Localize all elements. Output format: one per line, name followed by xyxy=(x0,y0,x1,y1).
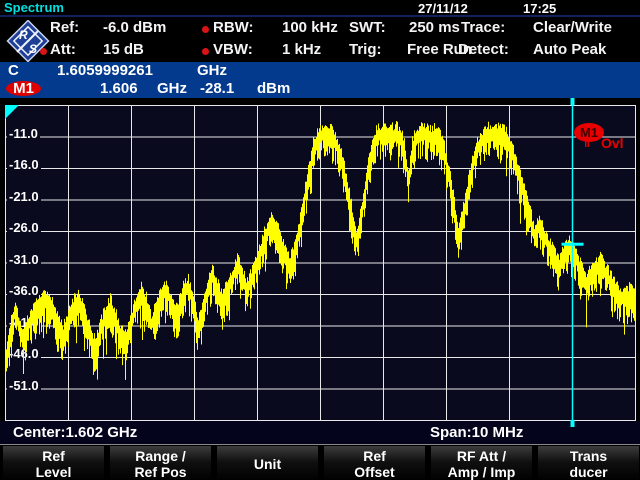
marker1-level-unit: dBm xyxy=(257,80,290,97)
y-axis-label: -31.0 xyxy=(7,252,41,267)
setting-detector: Detect:Auto Peak xyxy=(458,41,606,58)
mode-title: Spectrum xyxy=(4,0,64,15)
marker-overload-indicator: M1 ‖ Ovl xyxy=(574,123,634,157)
y-axis-label: -51.0 xyxy=(7,378,41,393)
softkey-rf-att-amp-imp[interactable]: RF Att /Amp / Imp xyxy=(431,446,532,480)
setting-ref-level: Ref:-6.0 dBm xyxy=(50,19,166,36)
frequency-info-bar: Center:1.602 GHz Span:10 MHz xyxy=(0,421,640,444)
softkey-range-ref-pos[interactable]: Range /Ref Pos xyxy=(110,446,211,480)
y-axis-label: -16.0 xyxy=(7,157,41,172)
spectrum-analyzer-screen: Spectrum 27/11/12 17:25 R S Ref:-6.0 dBm… xyxy=(0,0,640,480)
marker-ticks-icon: ‖ xyxy=(584,136,591,150)
softkey-unit[interactable]: Unit xyxy=(217,446,318,480)
setting-trigger: Trig:Free Run xyxy=(349,41,472,58)
marker1-level: -28.1 xyxy=(200,80,234,97)
title-divider xyxy=(0,15,640,17)
center-frequency-label: Center:1.602 GHz xyxy=(13,424,137,441)
marker1-frequency-unit: GHz xyxy=(157,80,187,97)
softkey-ref-level[interactable]: RefLevel xyxy=(3,446,104,480)
y-axis-label: -41.0 xyxy=(7,315,41,330)
y-axis-label: -26.0 xyxy=(7,220,41,235)
setting-vbw: VBW:1 kHz xyxy=(213,41,321,58)
date-display: 27/11/12 xyxy=(418,1,468,16)
y-axis-label: -21.0 xyxy=(7,189,41,204)
rohde-schwarz-logo-icon: R S xyxy=(5,20,51,62)
y-axis-label: -11.0 xyxy=(7,126,40,141)
overload-label: Ovl xyxy=(601,135,624,151)
marker1-badge: M1 xyxy=(6,81,41,96)
y-axis-label: -36.0 xyxy=(7,283,41,298)
softkey-ref-offset[interactable]: RefOffset xyxy=(324,446,425,480)
setting-sweep-time: SWT:250 ms xyxy=(349,19,460,36)
coupled-dot-icon xyxy=(40,48,47,55)
y-axis-label: -46.0 xyxy=(7,346,41,361)
title-bar: Spectrum 27/11/12 17:25 xyxy=(0,0,640,15)
coupled-dot-icon xyxy=(202,48,209,55)
svg-text:R: R xyxy=(19,28,28,42)
softkey-transducer[interactable]: Transducer xyxy=(538,446,639,480)
center-frequency-value: 1.6059999261 xyxy=(57,62,153,79)
time-display: 17:25 xyxy=(523,1,556,16)
softkey-bar: RefLevel Range /Ref Pos Unit RefOffset R… xyxy=(0,444,640,480)
setting-trace-mode: Trace:Clear/Write xyxy=(461,19,612,36)
coupled-dot-icon xyxy=(202,26,209,33)
svg-text:S: S xyxy=(29,42,37,56)
marker-readout-box: C 1.6059999261 GHz M1 1.606 GHz -28.1 dB… xyxy=(0,62,640,98)
setting-attenuation: Att:15 dB xyxy=(50,41,144,58)
setting-rbw: RBW:100 kHz xyxy=(213,19,338,36)
center-marker-label: C xyxy=(8,62,19,79)
center-frequency-unit: GHz xyxy=(197,62,227,79)
marker1-frequency: 1.606 xyxy=(100,80,138,97)
span-label: Span:10 MHz xyxy=(430,424,523,441)
